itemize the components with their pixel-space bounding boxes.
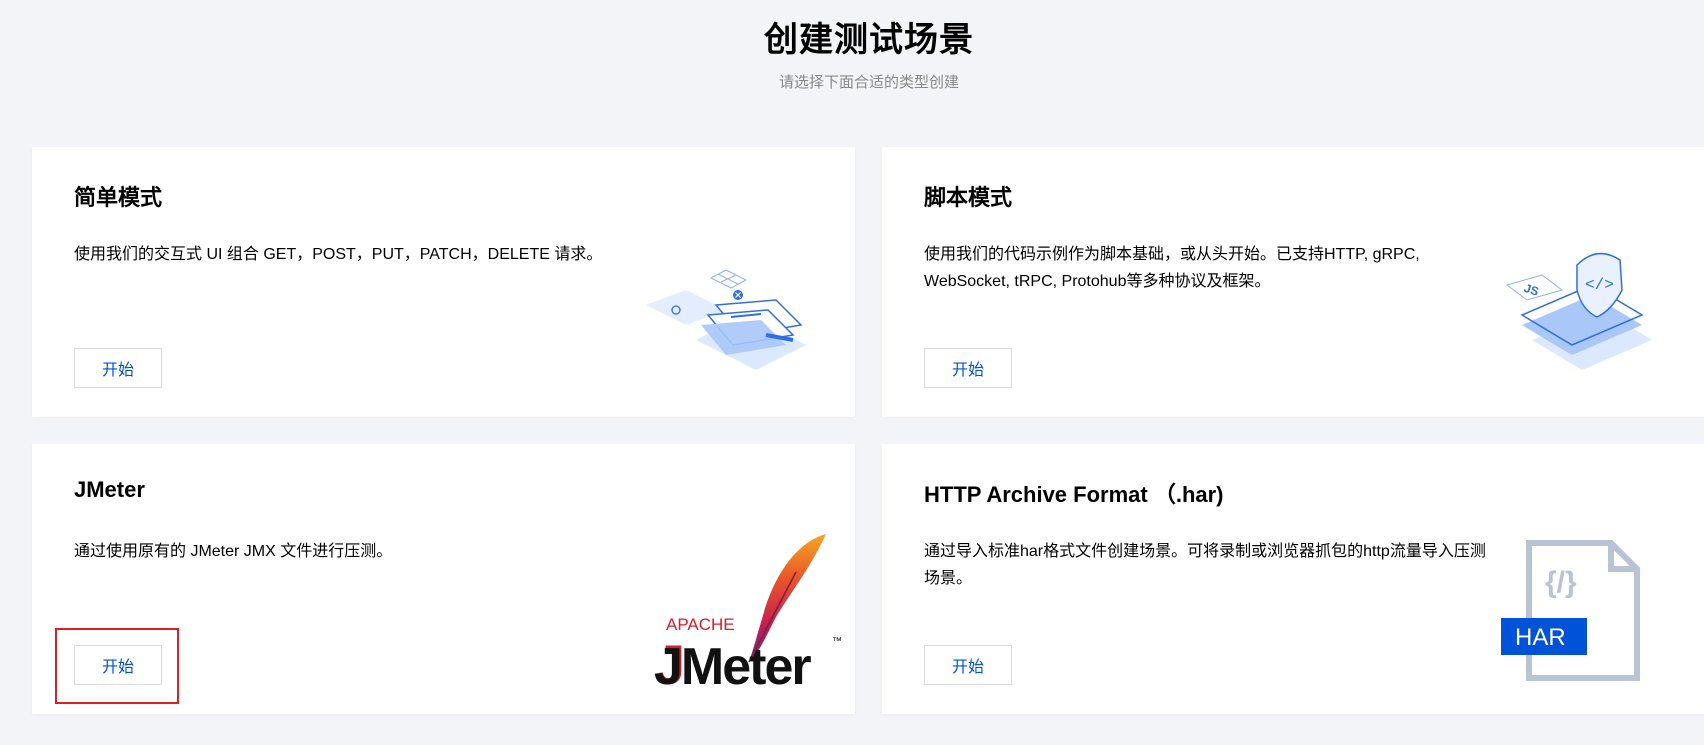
card-description: 使用我们的交互式 UI 组合 GET，POST，PUT，PATCH，DELETE…: [74, 246, 603, 263]
ui-builder-illustration: [646, 269, 806, 370]
card-title: 脚本模式: [924, 185, 1013, 210]
card-title: 简单模式: [74, 185, 163, 210]
page-subtitle: 请选择下面合适的类型创建: [778, 74, 959, 91]
card-title: HTTP Archive Format （.har): [924, 482, 1224, 507]
card-script-mode: 脚本模式 使用我们的代码示例作为脚本基础，或从头开始。已支持HTTP, gRPC…: [882, 147, 1704, 417]
card-description-line: 场景。: [924, 570, 973, 587]
card-har: HTTP Archive Format （.har) 通过导入标准har格式文件…: [882, 444, 1704, 714]
card-description: 通过使用原有的 JMeter JMX 文件进行压测。: [74, 543, 393, 560]
card-description: 使用我们的代码示例作为脚本基础，或从头开始。已支持HTTP, gRPC, Web…: [924, 241, 1420, 295]
start-button-har[interactable]: 开始: [924, 645, 1012, 685]
card-simple-mode: 简单模式 使用我们的交互式 UI 组合 GET，POST，PUT，PATCH，D…: [32, 147, 855, 417]
logo-trademark: ™: [832, 636, 842, 647]
code-icon: </>: [1585, 276, 1614, 294]
start-button-script-mode[interactable]: 开始: [924, 348, 1012, 388]
logo-apache-text: APACHE: [666, 615, 735, 634]
code-braces-icon: {/}: [1545, 566, 1577, 599]
card-description-line: 使用我们的代码示例作为脚本基础，或从头开始。已支持HTTP, gRPC,: [924, 246, 1420, 263]
card-description-line: WebSocket, tRPC, Protohub等多种协议及框架。: [924, 273, 1271, 290]
page-title: 创建测试场景: [764, 21, 974, 59]
card-title: JMeter: [74, 477, 145, 502]
apache-jmeter-logo: APACHE J JMeter ™: [654, 534, 842, 692]
start-button-simple-mode[interactable]: 开始: [74, 348, 162, 388]
card-description: 通过导入标准har格式文件创建场景。可将录制或浏览器抓包的http流量导入压测 …: [924, 538, 1486, 592]
logo-jmeter-text: JMeter: [654, 638, 811, 692]
highlight-box: [55, 628, 179, 704]
script-js-illustration: JS </>: [1505, 252, 1652, 370]
har-file-icon: {/} HAR: [1501, 540, 1640, 681]
card-description-line: 通过导入标准har格式文件创建场景。可将录制或浏览器抓包的http流量导入压测: [924, 543, 1486, 560]
har-badge: HAR: [1515, 624, 1566, 651]
